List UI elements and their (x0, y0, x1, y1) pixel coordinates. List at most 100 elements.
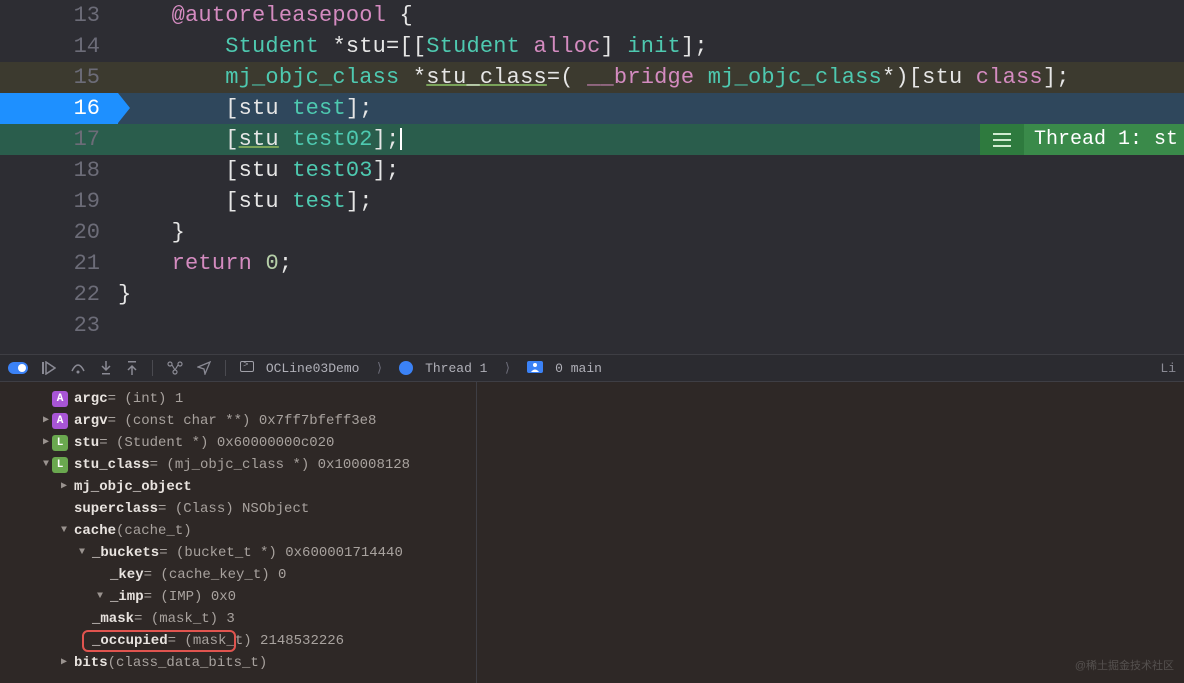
line-number[interactable]: 13 (0, 0, 118, 31)
variable-row[interactable]: ▼Lstu_class = (mj_objc_class *) 0x100008… (0, 454, 1184, 476)
debug-toolbar: OCLine03Demo ⟩ Thread 1 ⟩ 0 main Li (0, 354, 1184, 382)
chevron-right-icon: ⟩ (504, 361, 512, 376)
disclosure-triangle-icon[interactable]: ▼ (58, 520, 70, 542)
variable-name: stu_class (74, 454, 150, 476)
disclosure-triangle-icon[interactable]: ▼ (94, 586, 106, 608)
panel-splitter[interactable] (476, 382, 477, 683)
variable-value: = (Class) NSObject (158, 498, 309, 520)
code-text: [stu test02]; (118, 124, 402, 155)
line-number[interactable]: 17 (0, 124, 118, 155)
location-icon[interactable] (197, 361, 211, 375)
variable-name: _key (110, 564, 144, 586)
code-text: [stu test]; (118, 93, 373, 124)
terminal-icon (240, 361, 254, 372)
divider (225, 360, 226, 376)
variable-value: (class_data_bits_t) (108, 652, 268, 674)
variable-row[interactable]: ▼_imp = (IMP) 0x0 (0, 586, 1184, 608)
code-text: } (118, 279, 131, 310)
disclosure-triangle-icon[interactable]: ▼ (40, 454, 52, 476)
step-over-icon[interactable] (70, 361, 86, 375)
line-number[interactable]: 22 (0, 279, 118, 310)
code-line[interactable]: 14 Student *stu=[[Student alloc] init]; (0, 31, 1184, 62)
chevron-right-icon: ⟩ (375, 361, 383, 376)
code-line[interactable]: 16 [stu test]; (0, 93, 1184, 124)
variable-value: = (Student *) 0x60000000c020 (99, 432, 334, 454)
variable-value: = (mj_objc_class *) 0x100008128 (150, 454, 410, 476)
variable-row[interactable]: ▶Lstu = (Student *) 0x60000000c020 (0, 432, 1184, 454)
code-line[interactable]: 20 } (0, 217, 1184, 248)
variable-name: argv (74, 410, 108, 432)
variable-kind-badge: A (52, 413, 68, 429)
toggle-debug-icon[interactable] (8, 362, 28, 374)
breadcrumb-frame[interactable]: 0 main (527, 361, 602, 376)
line-number[interactable]: 14 (0, 31, 118, 62)
variable-value: = (IMP) 0x0 (144, 586, 236, 608)
disclosure-triangle-icon[interactable]: ▶ (58, 652, 70, 674)
variable-kind-badge: A (52, 391, 68, 407)
variable-name: _buckets (92, 542, 159, 564)
breadcrumb-project[interactable]: OCLine03Demo (240, 361, 359, 376)
code-editor[interactable]: 13 @autoreleasepool {14 Student *stu=[[S… (0, 0, 1184, 354)
continue-icon[interactable] (42, 361, 56, 375)
highlight-annotation (82, 630, 236, 652)
variable-row[interactable]: ▶Aargv = (const char **) 0x7ff7bfeff3e8 (0, 410, 1184, 432)
line-number[interactable]: 20 (0, 217, 118, 248)
frame-badge-icon (527, 361, 543, 373)
code-line[interactable]: 23 (0, 310, 1184, 341)
breadcrumb-frame-label: 0 main (555, 361, 602, 376)
code-text: return 0; (118, 248, 292, 279)
text-cursor (400, 128, 402, 150)
step-into-icon[interactable] (100, 361, 112, 375)
variable-name: stu (74, 432, 99, 454)
code-text: @autoreleasepool { (118, 0, 413, 31)
variable-row[interactable]: ▼cache (cache_t) (0, 520, 1184, 542)
disclosure-triangle-icon[interactable]: ▶ (40, 410, 52, 432)
line-number[interactable]: 16 (0, 93, 118, 124)
step-out-icon[interactable] (126, 361, 138, 375)
line-number[interactable]: 15 (0, 62, 118, 93)
variable-row[interactable]: _mask = (mask_t) 3 (0, 608, 1184, 630)
variables-panel[interactable]: Aargc = (int) 1▶Aargv = (const char **) … (0, 382, 1184, 683)
variable-value: = (int) 1 (108, 388, 184, 410)
code-line[interactable]: 19 [stu test]; (0, 186, 1184, 217)
variable-row[interactable]: Aargc = (int) 1 (0, 388, 1184, 410)
debug-hierarchy-icon[interactable] (167, 361, 183, 375)
variable-kind-badge: L (52, 435, 68, 451)
line-number[interactable]: 21 (0, 248, 118, 279)
thread-indicator[interactable]: Thread 1: st (980, 124, 1184, 155)
variable-row[interactable]: ▼_buckets = (bucket_t *) 0x600001714440 (0, 542, 1184, 564)
variable-name: argc (74, 388, 108, 410)
disclosure-triangle-icon[interactable]: ▼ (76, 542, 88, 564)
line-number[interactable]: 18 (0, 155, 118, 186)
watermark: @稀土掘金技术社区 (1075, 655, 1174, 677)
variable-row[interactable]: superclass = (Class) NSObject (0, 498, 1184, 520)
code-line[interactable]: 21 return 0; (0, 248, 1184, 279)
code-text: Student *stu=[[Student alloc] init]; (118, 31, 708, 62)
variable-name: cache (74, 520, 116, 542)
code-line[interactable]: 22} (0, 279, 1184, 310)
disclosure-triangle-icon[interactable]: ▶ (40, 432, 52, 454)
code-line[interactable]: 15 mj_objc_class *stu_class=( __bridge m… (0, 62, 1184, 93)
thread-dot-icon (399, 361, 413, 375)
breadcrumb-thread[interactable]: Thread 1 (399, 361, 487, 376)
code-text: mj_objc_class *stu_class=( __bridge mj_o… (118, 62, 1070, 93)
code-line[interactable]: 17 [stu test02]; Thread 1: st (0, 124, 1184, 155)
disclosure-triangle-icon[interactable]: ▶ (58, 476, 70, 498)
code-line[interactable]: 18 [stu test03]; (0, 155, 1184, 186)
breadcrumb-thread-label: Thread 1 (425, 361, 487, 376)
line-number[interactable]: 19 (0, 186, 118, 217)
variable-row[interactable]: ▶mj_objc_object (0, 476, 1184, 498)
divider (152, 360, 153, 376)
variable-row[interactable]: ▶bits (class_data_bits_t) (0, 652, 1184, 674)
code-line[interactable]: 13 @autoreleasepool { (0, 0, 1184, 31)
variable-value: (cache_t) (116, 520, 192, 542)
hamburger-icon[interactable] (980, 124, 1024, 155)
variable-kind-badge: L (52, 457, 68, 473)
line-number[interactable]: 23 (0, 310, 118, 341)
variable-value: = (cache_key_t) 0 (144, 564, 287, 586)
code-text: [stu test03]; (118, 155, 399, 186)
variable-row[interactable]: _key = (cache_key_t) 0 (0, 564, 1184, 586)
toolbar-right-text: Li (1160, 361, 1176, 376)
variable-name: superclass (74, 498, 158, 520)
breadcrumb-project-label: OCLine03Demo (266, 361, 360, 376)
